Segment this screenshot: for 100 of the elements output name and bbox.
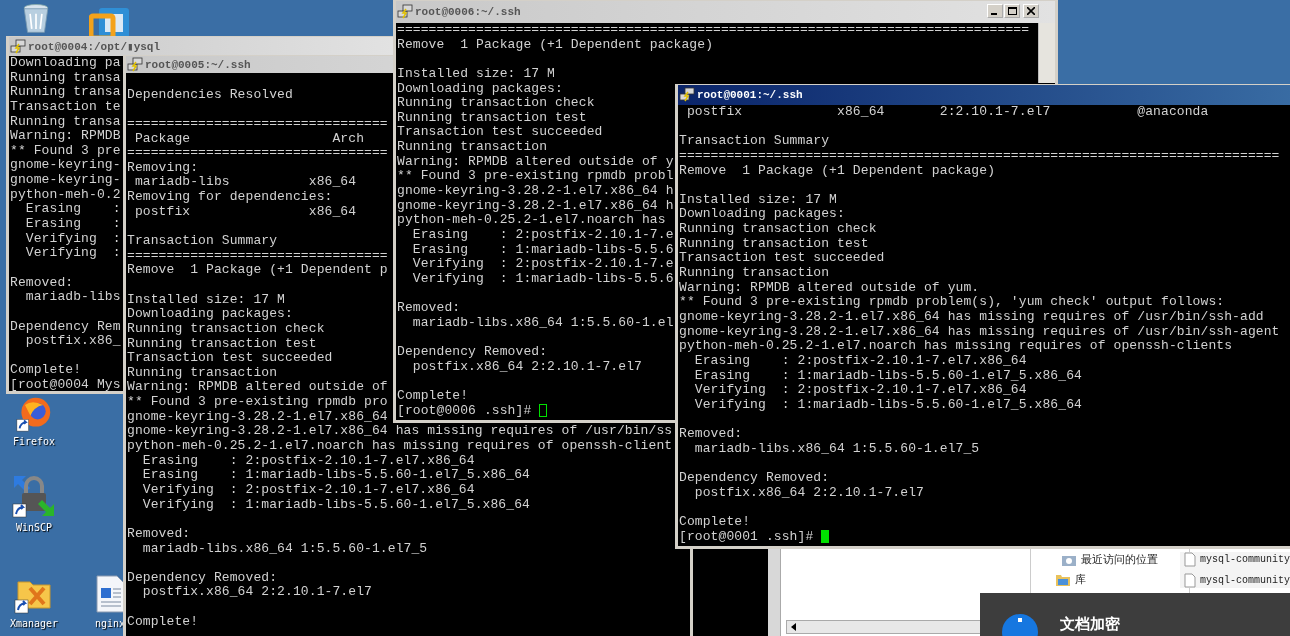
maximize-button[interactable] xyxy=(1004,4,1020,18)
terminal-line: Verifying : 1:mariadb-libs-5.5.60-1.el7_5.x86_64 xyxy=(693,397,1082,413)
minimize-button[interactable] xyxy=(987,4,1003,18)
terminal-line: Remove 1 Package (+1 Dependent p xyxy=(127,263,388,278)
padlock-icon[interactable] xyxy=(12,474,56,518)
terminal-line: postfix.x86_64 2:2.10.1-7.el7 xyxy=(693,485,924,501)
terminal-line: Verifying : 1:mariadb-libs-5.5.60-1.el7_5.x86_64 xyxy=(141,497,530,513)
terminal-line: python-meh-0.25.2-1.el7.noarch has xyxy=(397,213,666,228)
window-title: root@0006:~/.ssh xyxy=(415,6,521,18)
terminal-line: Verifying : 2:postfix-2.10.1-7.e xyxy=(411,257,674,272)
terminal-line: ================================= xyxy=(127,146,388,161)
terminal-line: gnome-keyring-3.28.2-1.el7.x86_64 xyxy=(127,409,388,425)
left-arrow-icon[interactable] xyxy=(790,623,798,631)
terminal-line: Downloading packages: xyxy=(679,207,845,223)
close-icon xyxy=(1027,7,1035,15)
terminal-line: Warning: RPMDB altered outside of yum. xyxy=(679,280,980,296)
terminal-line: python-meh-0.25.2-1.el7.noarch has missing requires of openssh-client xyxy=(127,439,673,454)
terminal-line: ============================================================================ xyxy=(679,148,1280,164)
terminal-line: Dependency Removed: xyxy=(127,570,278,586)
terminal-line: Warning: RPMDB altered outside of y xyxy=(397,154,674,170)
terminal-line: Running transaction check xyxy=(397,96,595,111)
terminal-line: python-meh-0.2 xyxy=(10,187,121,203)
terminal-line: mariadb-libs xyxy=(24,290,121,305)
terminal-line: Removed: xyxy=(10,275,74,291)
terminal-line: Erasing : 1:mariadb-libs-5.5.60-1.el7_5.x86_64 xyxy=(693,368,1082,384)
browser-icon[interactable] xyxy=(16,396,52,432)
terminal-line: Verifying : 2:postfix-2.10.1-7.el7.x86_64 xyxy=(693,383,1027,398)
terminal-line: Complete! xyxy=(679,514,751,530)
terminal-line: Running transaction test xyxy=(679,236,869,252)
terminal-line: gnome-keyring-3.28.2-1.el7.x86_64 has missing requires of /usr/bin/ssh-agent xyxy=(679,324,1280,340)
terminal-line: Installed size: 17 M xyxy=(397,66,556,82)
terminal-line: Transaction test succeeded xyxy=(127,351,333,366)
terminal-line: Running transaction xyxy=(397,140,548,155)
icon-label[interactable]: Firefox xyxy=(12,436,56,447)
scrollbar[interactable] xyxy=(1038,23,1055,83)
terminal-line: Erasing : 2:postfix-2.10.1-7.e xyxy=(411,227,674,243)
folder-icon[interactable] xyxy=(1055,572,1071,587)
nav-item[interactable]: 库 xyxy=(1075,572,1086,587)
terminal-line: Dependency Rem xyxy=(10,319,121,335)
terminal-line: postfix.x86_64 2:2.10.1-7.el7 xyxy=(411,359,642,375)
terminal-line: Erasing : xyxy=(24,202,121,218)
maximize-icon xyxy=(1007,7,1017,15)
terminal-line: Dependencies Resolved xyxy=(127,87,293,103)
terminal-line: Verifying : 2:postfix-2.10.1-7.el7.x86_64 xyxy=(141,482,475,498)
terminal-line: ================================= xyxy=(127,116,388,132)
computers-icon[interactable] xyxy=(679,87,695,103)
terminal-line: Remove 1 Package (+1 Dependent package) xyxy=(397,37,714,53)
terminal-line: Running transa xyxy=(10,85,121,100)
command-prompt: [root@0001 .ssh]# xyxy=(679,529,814,545)
terminal-line: Running transaction test xyxy=(397,110,587,126)
terminal-line: Removed: xyxy=(679,427,743,442)
terminal-line: ** Found 3 pre-existing rpmdb pro xyxy=(127,395,388,410)
terminal-line: ** Found 3 pre-existing rpmdb probl xyxy=(397,169,674,185)
terminal-line: Removing: xyxy=(127,160,199,176)
terminal-line: [root@0004 Mys xyxy=(10,378,121,391)
window-title: root@0004:/opt/▮ysql xyxy=(28,40,161,53)
terminal-line: Transaction test succeeded xyxy=(397,125,603,141)
terminal-line: postfix.x86_ xyxy=(24,334,121,349)
terminal-line: Running transaction check xyxy=(679,222,877,237)
terminal-line: Downloading pa xyxy=(10,56,121,71)
close-button[interactable] xyxy=(1023,4,1039,18)
terminal-line: postfix x86_64 2:2.10.1-7.el7 @anaconda xyxy=(685,105,1209,120)
terminal-line: Running transaction xyxy=(679,266,830,281)
terminal-line: ** Found 3 pre-existing rpmdb problem(s), 'yum check' output follows: xyxy=(679,295,1225,310)
terminal-line: gnome-keyring-3.28.2-1.el7.x86_64 has missing requires of /usr/bin/ss xyxy=(127,424,673,440)
terminal-line: Installed size: 17 M xyxy=(127,292,286,308)
terminal-line: Warning: RPMDB altered outside of xyxy=(127,380,388,396)
terminal-line: gnome-keyring- xyxy=(10,158,121,174)
terminal-line: Removed: xyxy=(127,526,191,542)
terminal-line: Complete! xyxy=(10,363,82,379)
terminal-line: postfix.x86_64 2:2.10.1-7.el7 xyxy=(141,585,372,601)
terminal-line: Verifying : xyxy=(24,231,121,247)
file-name[interactable]: mysql-community xyxy=(1200,554,1290,565)
scrollbar[interactable] xyxy=(768,548,781,636)
terminal-line: Erasing : 1:mariadb-libs-5.5.6 xyxy=(411,242,674,258)
terminal-line: gnome-keyring-3.28.2-1.el7.x86_64 h xyxy=(397,198,674,214)
terminal-line: gnome-keyring-3.28.2-1.el7.x86_64 has missing requires of /usr/bin/ssh-add xyxy=(679,309,1264,325)
file-name[interactable]: mysql-community xyxy=(1200,575,1290,586)
nav-item[interactable]: 最近访问的位置 xyxy=(1081,552,1158,567)
terminal-line: Installed size: 17 M xyxy=(679,192,838,208)
info-icon[interactable] xyxy=(1002,614,1038,636)
terminal-line: gnome-keyring- xyxy=(10,173,121,188)
icon-label[interactable]: Xmanager xyxy=(9,618,59,629)
terminal-line: Erasing : xyxy=(24,217,121,232)
terminal-line: Erasing : 2:postfix-2.10.1-7.el7.x86_64 xyxy=(141,453,475,469)
terminal-line: Complete! xyxy=(397,389,469,404)
icon-label[interactable]: WinSCP xyxy=(15,522,53,533)
terminal-line: python-meh-0.25.2-1.el7.noarch has missing requires of openssh-clients xyxy=(679,339,1233,354)
terminal-line: Running transaction check xyxy=(127,321,325,337)
terminal-line: Removed: xyxy=(397,301,461,316)
terminal-line: mariadb-libs.x86_64 1:5.5.60-1.el7_5 xyxy=(693,441,980,457)
terminal-line: Transaction Summary xyxy=(679,134,830,149)
terminal-line: ================================= xyxy=(127,248,388,264)
icon-label[interactable]: nginx xyxy=(94,618,126,629)
terminal-line: Transaction test succeeded xyxy=(679,251,885,267)
terminal-line: Erasing : 2:postfix-2.10.1-7.el7.x86_64 xyxy=(693,353,1027,369)
terminal-line: Complete! xyxy=(127,614,199,630)
terminal-line: Downloading packages: xyxy=(127,307,293,322)
terminal-line: mariadb-libs.x86_64 1:5.5.60-1.el7_5 xyxy=(141,541,428,557)
terminal-line: Verifying : xyxy=(24,246,121,261)
